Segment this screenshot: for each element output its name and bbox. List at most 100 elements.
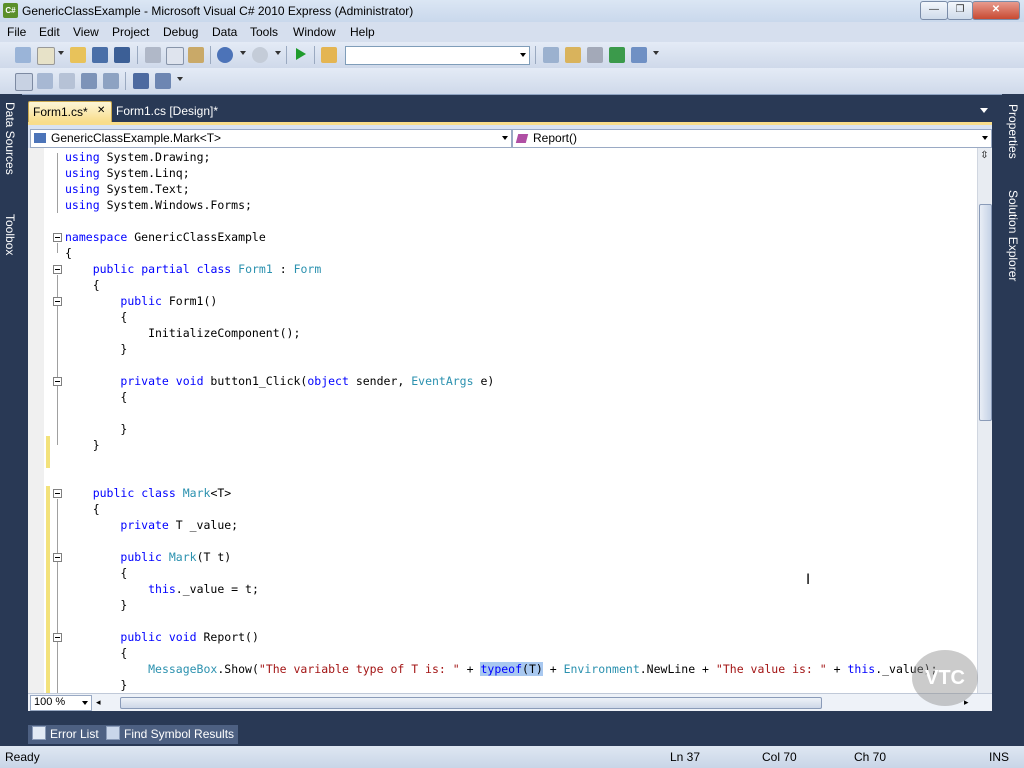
toolbar-options-icon[interactable] (177, 77, 183, 81)
close-tab-icon[interactable]: ✕ (97, 105, 105, 116)
zoom-combo[interactable]: 100 % (30, 695, 92, 711)
menu-file[interactable]: File (7, 25, 26, 39)
chevron-down-icon[interactable] (502, 136, 508, 140)
uncomment-icon[interactable] (155, 73, 171, 89)
code-token: System.Linq; (106, 166, 190, 180)
start-debugging-icon[interactable] (296, 48, 306, 60)
save-all-icon[interactable] (114, 47, 130, 63)
collapse-form1-class-icon[interactable] (53, 265, 62, 274)
toolbar-separator (125, 72, 126, 90)
open-file-icon[interactable] (70, 47, 86, 63)
outline-guide (57, 499, 58, 693)
collapse-constructor-icon[interactable] (53, 297, 62, 306)
complete-word-icon[interactable] (81, 73, 97, 89)
outline-guide (57, 243, 58, 253)
menu-tools[interactable]: Tools (250, 25, 278, 39)
menu-project[interactable]: Project (112, 25, 149, 39)
collapse-namespace-icon[interactable] (53, 233, 62, 242)
collapse-mark-class-icon[interactable] (53, 489, 62, 498)
code-line-current: MessageBox.Show("The variable type of T … (148, 662, 938, 676)
menu-data[interactable]: Data (212, 25, 237, 39)
toolbar-separator (286, 46, 287, 64)
horizontal-scroll-row: 100 % ◂ ▸ (28, 693, 992, 711)
code-token: using (65, 166, 100, 180)
minimize-button[interactable]: — (920, 1, 948, 20)
active-files-dropdown-icon[interactable] (980, 108, 988, 113)
error-list-tab[interactable]: Error List (28, 725, 103, 744)
status-bar: Ready Ln 37 Col 70 Ch 70 INS (0, 746, 1024, 768)
error-list-label: Error List (50, 727, 99, 741)
code-line: { (65, 390, 128, 404)
tab-form1-design[interactable]: Form1.cs [Design]* (112, 101, 232, 121)
find-in-files-icon[interactable] (321, 47, 337, 63)
collapse-mark-constructor-icon[interactable] (53, 553, 62, 562)
menu-bar: File Edit View Project Debug Data Tools … (0, 22, 1024, 42)
undo-icon[interactable] (217, 47, 233, 63)
indicator-margin (28, 148, 44, 693)
type-selector[interactable]: GenericClassExample.Mark<T> (30, 129, 512, 148)
code-line: public Form1() (120, 294, 218, 308)
menu-view[interactable]: View (73, 25, 99, 39)
code-line: public Mark(T t) (120, 550, 232, 564)
toolbox-icon[interactable] (631, 47, 647, 63)
properties-tab[interactable]: Properties (1006, 104, 1020, 159)
quick-info-icon[interactable] (59, 73, 75, 89)
chevron-down-icon[interactable] (520, 53, 526, 57)
close-button[interactable]: ✕ (972, 1, 1020, 20)
app-icon[interactable]: C# (3, 3, 18, 18)
data-sources-tab[interactable]: Data Sources (3, 102, 17, 175)
tab-label: Form1.cs* (33, 105, 88, 119)
indent-icon[interactable] (103, 73, 119, 89)
toolbar-options-icon[interactable] (653, 51, 659, 55)
horizontal-scroll-thumb[interactable] (120, 697, 822, 709)
menu-window[interactable]: Window (293, 25, 336, 39)
code-line: InitializeComponent(); (65, 326, 301, 340)
menu-edit[interactable]: Edit (39, 25, 60, 39)
code-line: } (65, 438, 100, 452)
cut-icon[interactable] (145, 47, 161, 63)
code-line: { (65, 646, 128, 660)
new-project-icon[interactable] (15, 47, 31, 63)
solution-explorer-icon[interactable] (565, 47, 581, 63)
find-symbol-results-tab[interactable]: Find Symbol Results (102, 725, 239, 744)
code-line: using System.Drawing; (65, 149, 210, 165)
vertical-scroll-thumb[interactable] (979, 204, 992, 421)
solution-explorer-tab[interactable]: Solution Explorer (1006, 190, 1020, 281)
code-line: public partial class Form1 : Form (92, 262, 322, 276)
parameter-info-icon[interactable] (37, 73, 53, 89)
toolbox-tab[interactable]: Toolbox (3, 214, 17, 255)
toolbar-separator (137, 46, 138, 64)
member-selector[interactable]: Report() (512, 129, 992, 148)
add-item-icon[interactable] (37, 47, 55, 65)
split-editor-icon[interactable]: ⇳ (979, 150, 990, 162)
object-browser-icon[interactable] (609, 47, 625, 63)
undo-dropdown-icon[interactable] (240, 51, 246, 55)
chevron-down-icon[interactable] (982, 136, 988, 140)
properties-window-icon[interactable] (587, 47, 603, 63)
member-selector-value: Report() (533, 131, 578, 145)
find-combo[interactable] (345, 46, 530, 65)
type-selector-value: GenericClassExample.Mark<T> (51, 131, 222, 145)
tab-form1-cs[interactable]: Form1.cs* ✕ (28, 101, 112, 122)
object-member-list-icon[interactable] (15, 73, 33, 91)
add-item-dropdown-icon[interactable] (58, 51, 64, 55)
paste-icon[interactable] (188, 47, 204, 63)
code-editor[interactable]: using System.Drawing; using System.Linq;… (28, 148, 992, 693)
bottom-tool-tabs: Error List Find Symbol Results (0, 722, 1024, 746)
code-line: public class Mark<T> (92, 486, 232, 500)
maximize-button[interactable]: ❐ (947, 1, 973, 20)
menu-debug[interactable]: Debug (163, 25, 198, 39)
save-icon[interactable] (92, 47, 108, 63)
collapse-button1-click-icon[interactable] (53, 377, 62, 386)
find-symbol-icon[interactable] (543, 47, 559, 63)
copy-icon[interactable] (166, 47, 184, 65)
code-line: } (65, 678, 128, 692)
toolbar-separator (314, 46, 315, 64)
menu-help[interactable]: Help (350, 25, 375, 39)
code-line: this._value = t; (148, 582, 259, 596)
code-line: } (65, 422, 128, 436)
collapse-report-icon[interactable] (53, 633, 62, 642)
chevron-down-icon[interactable] (82, 701, 88, 705)
scroll-left-icon[interactable]: ◂ (96, 697, 101, 708)
comment-icon[interactable] (133, 73, 149, 89)
